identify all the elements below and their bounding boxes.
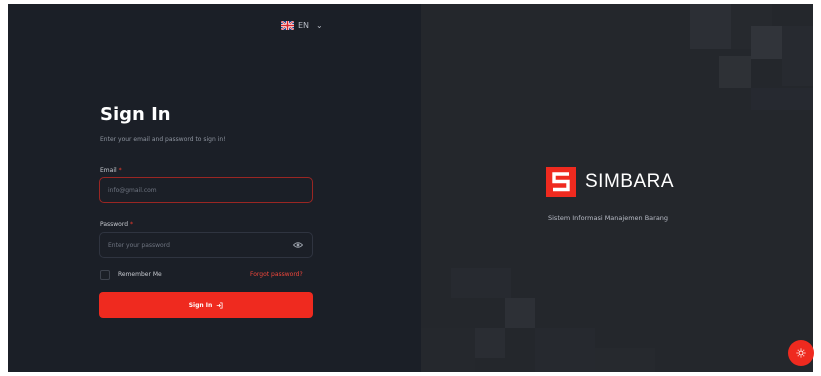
sign-in-button-label: Sign In — [188, 301, 213, 309]
uk-flag-icon — [281, 20, 294, 30]
password-field-wrapper — [99, 232, 313, 258]
grid-tile — [475, 328, 505, 358]
grid-tile — [451, 268, 511, 298]
password-label: Password * — [100, 221, 133, 228]
brand-tagline: Sistem Informasi Manajemen Barang — [548, 214, 669, 222]
password-required-mark: * — [129, 221, 133, 228]
grid-tile — [782, 26, 813, 86]
email-label: Email * — [100, 167, 122, 174]
grid-tile — [505, 298, 535, 328]
simbara-logo-icon — [546, 167, 576, 197]
page-title: Sign In — [100, 104, 171, 125]
brand-name: SIMBARA — [585, 171, 675, 192]
forgot-password-link[interactable]: Forgot password? — [250, 271, 303, 278]
language-code: EN — [298, 20, 310, 30]
brand-lockup: SIMBARA — [546, 167, 674, 197]
grid-tile — [595, 348, 655, 372]
language-selector[interactable]: EN ⌄ — [281, 18, 323, 32]
sign-in-icon — [216, 301, 223, 309]
grid-tile — [751, 26, 782, 59]
sign-in-button[interactable]: Sign In — [99, 292, 313, 318]
email-field[interactable] — [108, 178, 288, 202]
email-label-text: Email — [100, 167, 117, 174]
theme-toggle-button[interactable] — [788, 340, 814, 366]
grid-tile — [421, 328, 475, 372]
page-subtitle: Enter your email and password to sign in… — [100, 136, 226, 143]
email-required-mark: * — [118, 167, 122, 174]
password-field[interactable] — [108, 233, 288, 257]
sun-icon — [796, 348, 806, 358]
grid-tile — [719, 56, 751, 88]
remember-me-label: Remember Me — [118, 271, 162, 278]
chevron-down-icon: ⌄ — [316, 20, 323, 30]
password-label-text: Password — [100, 221, 129, 228]
email-field-wrapper — [99, 177, 313, 203]
grid-tile — [751, 88, 813, 110]
remember-me-checkbox[interactable] — [100, 270, 110, 280]
grid-tile — [535, 328, 595, 372]
eye-icon[interactable] — [293, 241, 303, 249]
grid-tile — [690, 4, 731, 49]
